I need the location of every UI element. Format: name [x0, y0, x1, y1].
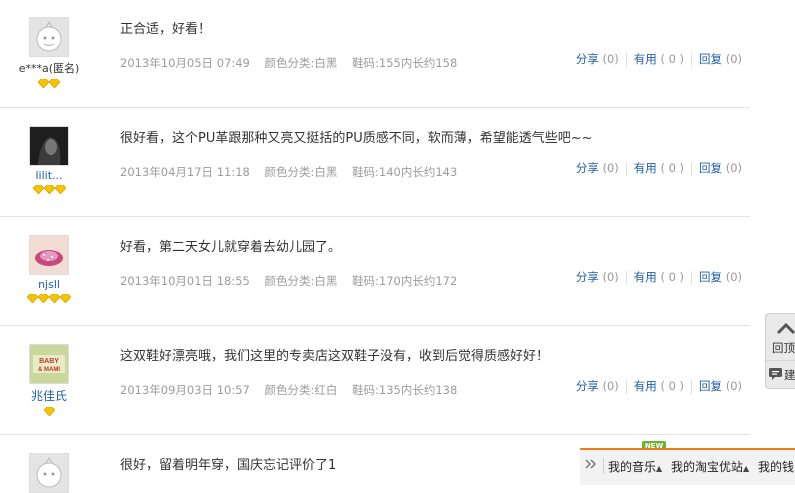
review-color-option: 颜色分类:红白 [264, 383, 338, 397]
default-face-avatar[interactable] [29, 453, 69, 493]
reviewer: e***a(匿名) [0, 17, 98, 89]
review-text: 好看，第二天女儿就穿着去幼儿园了。 [120, 240, 342, 255]
reviewer: njsll [0, 235, 98, 304]
reviewer-rank-gems [0, 185, 98, 195]
default-face-avatar[interactable] [29, 17, 69, 57]
sparkle-lips-avatar[interactable] [29, 235, 69, 275]
feedback-label: 建 [784, 368, 795, 382]
caret-up-icon: ▲ [656, 464, 663, 473]
review-text: 很好看，这个PU革跟那种又亮又挺括的PU质感不同，软而薄，希望能透气些吧~~ [120, 131, 593, 146]
reply-button[interactable]: 回复 (0) [699, 161, 742, 175]
review-item: njsll 好看，第二天女儿就穿着去幼儿园了。 2013年10月01日 18:5… [0, 217, 750, 326]
reply-button[interactable]: 回复 (0) [699, 270, 742, 284]
feedback-button[interactable]: 建 [766, 362, 795, 388]
reviewer: lilit... [0, 126, 98, 195]
review-size-option: 鞋码:170内长约172 [352, 274, 458, 288]
review-date: 2013年10月01日 18:55 [120, 274, 250, 288]
gem-icon [27, 294, 38, 303]
review-actions: 分享 (0) 有用 ( 0 ) 回复 (0) [576, 51, 742, 67]
toolbar-item-wallet[interactable]: 我的钱 [758, 458, 794, 475]
share-button[interactable]: 分享 (0) [576, 379, 619, 393]
review-size-option: 鞋码:140内长约143 [352, 165, 458, 179]
useful-button[interactable]: 有用 ( 0 ) [634, 161, 684, 175]
review-text: 这双鞋好漂亮哦，我们这里的专卖店这双鞋子没有，收到后觉得质感好好！ [120, 349, 550, 364]
avatar-text-line: BABY [39, 358, 59, 365]
gem-icon [43, 185, 55, 194]
review-actions: 分享 (0) 有用 ( 0 ) 回复 (0) [576, 269, 742, 285]
review-size-option: 鞋码:135内长约138 [352, 383, 458, 397]
chat-bubble-icon [769, 368, 782, 380]
double-chevron-icon[interactable] [584, 457, 598, 471]
share-button[interactable]: 分享 (0) [576, 52, 619, 66]
gem-icon [54, 185, 66, 194]
bottom-toolbar: 我的音乐▲ 我的淘宝优站▲ 我的钱 [580, 448, 795, 485]
review-text: 正合适，好看！ [120, 22, 212, 37]
share-button[interactable]: 分享 (0) [576, 270, 619, 284]
reviewer: BABY & MAMI 兆佳氏 [0, 344, 98, 417]
review-date: 2013年04月17日 11:18 [120, 165, 250, 179]
caret-up-icon: ▲ [743, 464, 750, 473]
reply-button[interactable]: 回复 (0) [699, 52, 742, 66]
review-date: 2013年10月05日 07:49 [120, 56, 250, 70]
gem-icon [38, 79, 49, 88]
review-color-option: 颜色分类:白黑 [264, 274, 338, 288]
reviewer-name[interactable]: 兆佳氏 [0, 387, 98, 404]
review-date: 2013年09月03日 10:57 [120, 383, 250, 397]
back-to-top-label: 回顶 [772, 341, 795, 355]
review-item: e***a(匿名) 正合适，好看！ 2013年10月05日 07:49 颜色分类… [0, 0, 750, 108]
float-panel: 回顶 建 [765, 313, 795, 389]
reviewer-name[interactable]: njsll [0, 278, 98, 291]
review-item: BABY & MAMI 兆佳氏 这双鞋好漂亮哦，我们这里的专卖店这双鞋子没有，收到… [0, 326, 750, 435]
reviewer [0, 453, 98, 493]
review-size-option: 鞋码:155内长约158 [352, 56, 458, 70]
chevron-up-icon [776, 322, 795, 335]
share-button[interactable]: 分享 (0) [576, 161, 619, 175]
reviewer-rank-gems [0, 294, 98, 304]
reviewer-name[interactable]: lilit... [0, 169, 98, 182]
useful-button[interactable]: 有用 ( 0 ) [634, 379, 684, 393]
baby-mami-avatar[interactable]: BABY & MAMI [29, 344, 69, 384]
back-to-top-button[interactable]: 回顶 [766, 314, 795, 361]
review-color-option: 颜色分类:白黑 [264, 165, 338, 179]
toolbar-item-music[interactable]: 我的音乐▲ [608, 458, 662, 475]
reply-button[interactable]: 回复 (0) [699, 379, 742, 393]
dark-portrait-avatar[interactable] [29, 126, 69, 166]
gem-icon [60, 294, 71, 303]
review-actions: 分享 (0) 有用 ( 0 ) 回复 (0) [576, 378, 742, 394]
gem-icon [32, 185, 44, 194]
useful-button[interactable]: 有用 ( 0 ) [634, 52, 684, 66]
useful-button[interactable]: 有用 ( 0 ) [634, 270, 684, 284]
gem-icon [49, 294, 60, 303]
gem-icon [43, 407, 55, 416]
reviewer-name: e***a(匿名) [18, 62, 80, 75]
toolbar-item-youzhan[interactable]: 我的淘宝优站▲ [671, 458, 749, 475]
review-actions: 分享 (0) 有用 ( 0 ) 回复 (0) [576, 160, 742, 176]
reviewer-rank-gems [0, 79, 98, 89]
review-item: lilit... 很好看，这个PU革跟那种又亮又挺括的PU质感不同，软而薄，希望… [0, 108, 750, 217]
gem-icon [49, 79, 60, 88]
reviewer-rank-gems [0, 407, 98, 417]
review-color-option: 颜色分类:白黑 [264, 56, 338, 70]
gem-icon [38, 294, 49, 303]
avatar-text-line: & MAMI [38, 367, 60, 373]
